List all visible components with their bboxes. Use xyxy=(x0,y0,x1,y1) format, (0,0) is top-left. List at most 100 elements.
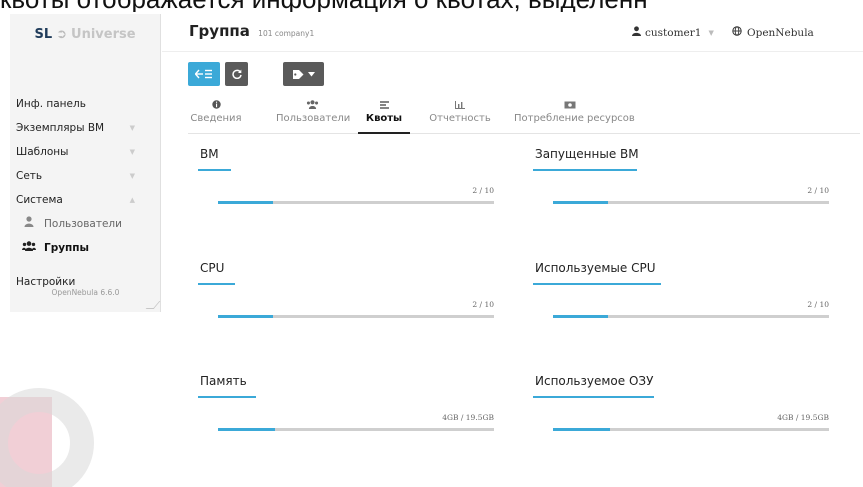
logo[interactable]: SL ➲ Universe xyxy=(10,14,160,54)
user-name: customer1 xyxy=(645,26,702,39)
users-icon xyxy=(276,100,348,113)
zone-menu[interactable]: OpenNebula xyxy=(732,26,814,39)
quota-running-memory: Используемое ОЗУ 4GB / 19.5GB xyxy=(533,374,829,434)
caption-text: квоты отображается информация о квотах, … xyxy=(0,0,863,12)
tab-bar: Сведения Пользователи Квоты Отчетность П… xyxy=(188,100,860,134)
user-menu[interactable]: customer1 ▼ xyxy=(632,26,714,39)
bar-chart-icon xyxy=(428,100,492,113)
tab-quotas[interactable]: Квоты xyxy=(358,100,410,134)
labels-dropdown-button[interactable] xyxy=(283,62,324,86)
sidebar-item-network[interactable]: Сеть ▼ xyxy=(10,164,161,188)
quota-title-underline xyxy=(533,283,661,285)
quota-memory: Память 4GB / 19.5GB xyxy=(198,374,494,434)
quota-progress-bar xyxy=(218,201,494,204)
tag-icon xyxy=(292,69,303,79)
resize-grip-icon[interactable] xyxy=(145,301,161,309)
quota-running-cpu: Используемые CPU 2 / 10 xyxy=(533,261,829,321)
chevron-down-icon: ▼ xyxy=(129,172,135,180)
zone-name: OpenNebula xyxy=(747,26,814,39)
sidebar-subitem-label: Группы xyxy=(44,242,90,254)
watermark-ring-shape xyxy=(0,388,94,487)
chevron-down-icon: ▼ xyxy=(129,124,135,132)
sidebar-item-label: Сеть xyxy=(16,170,43,182)
quota-title: Используемое ОЗУ xyxy=(535,374,654,388)
quota-title: Запущенные ВМ xyxy=(535,147,639,161)
caret-down-icon xyxy=(307,71,315,76)
tab-label: Потребление ресурсов xyxy=(514,113,635,124)
quota-progress-fill xyxy=(218,201,274,204)
version-label: OpenNebula 6.6.0 xyxy=(51,288,120,297)
tab-info[interactable]: Сведения xyxy=(188,100,244,134)
logo-sl: SL xyxy=(34,26,53,42)
page-title: Группа 101 company1 xyxy=(189,22,314,40)
quota-title-underline xyxy=(198,169,231,171)
tab-label: Квоты xyxy=(365,113,403,124)
quota-value: 2 / 10 xyxy=(472,300,494,309)
sidebar: SL ➲ Universe Инф. панель Экземпляры ВМ … xyxy=(10,14,161,312)
tab-accounting[interactable]: Отчетность xyxy=(428,100,492,134)
user-icon xyxy=(22,212,36,236)
tab-label: Пользователи xyxy=(276,113,351,124)
logo-swirl-icon: ➲ xyxy=(56,26,68,42)
sidebar-nav: Инф. панель Экземпляры ВМ ▼ Шаблоны ▼ Се… xyxy=(10,92,161,294)
chevron-up-icon: ▲ xyxy=(129,196,135,204)
quota-title-underline xyxy=(198,396,256,398)
quota-title: Память xyxy=(200,374,247,388)
quota-progress-bar xyxy=(218,428,494,431)
sidebar-item-templates[interactable]: Шаблоны ▼ xyxy=(10,140,161,164)
sidebar-item-vms[interactable]: Экземпляры ВМ ▼ xyxy=(10,116,161,140)
quota-title: Используемые CPU xyxy=(535,261,656,275)
tab-showback[interactable]: Потребление ресурсов xyxy=(514,100,635,134)
chevron-down-icon: ▼ xyxy=(708,28,714,37)
quota-progress-fill xyxy=(553,428,610,431)
sidebar-item-label: Инф. панель xyxy=(16,98,86,110)
sidebar-item-dashboard[interactable]: Инф. панель xyxy=(10,92,161,116)
money-icon xyxy=(514,100,626,113)
quota-value: 2 / 10 xyxy=(807,300,829,309)
quota-vms: ВМ 2 / 10 xyxy=(198,147,494,207)
quota-value: 2 / 10 xyxy=(472,186,494,195)
group-icon xyxy=(22,236,36,260)
quota-progress-fill xyxy=(218,428,275,431)
tab-users[interactable]: Пользователи xyxy=(276,100,351,134)
page-title-text: Группа xyxy=(189,22,250,40)
sidebar-subitem-groups[interactable]: Группы xyxy=(10,236,161,260)
tab-label: Сведения xyxy=(190,113,242,124)
quota-progress-fill xyxy=(553,315,609,318)
sidebar-item-label: Система xyxy=(16,194,63,206)
quota-title-underline xyxy=(533,169,637,171)
chevron-down-icon: ▼ xyxy=(129,148,135,156)
sidebar-item-label: Экземпляры ВМ xyxy=(16,122,105,134)
quota-running-vms: Запущенные ВМ 2 / 10 xyxy=(533,147,829,207)
sidebar-subitem-users[interactable]: Пользователи xyxy=(10,212,161,236)
quota-value: 4GB / 19.5GB xyxy=(442,413,494,422)
refresh-icon xyxy=(231,69,242,79)
user-icon xyxy=(632,26,641,39)
info-icon xyxy=(188,100,244,113)
back-to-list-button[interactable] xyxy=(188,62,220,86)
sidebar-item-label: Настройки xyxy=(16,276,76,288)
sidebar-item-label: Шаблоны xyxy=(16,146,69,158)
sidebar-item-system[interactable]: Система ▲ xyxy=(10,188,161,212)
back-list-icon xyxy=(195,69,212,79)
quota-progress-fill xyxy=(553,201,609,204)
quota-progress-bar xyxy=(553,201,829,204)
quota-value: 4GB / 19.5GB xyxy=(777,413,829,422)
quota-cpu: CPU 2 / 10 xyxy=(198,261,494,321)
refresh-button[interactable] xyxy=(225,62,248,86)
page-subtitle: 101 company1 xyxy=(258,29,315,38)
quota-progress-bar xyxy=(553,428,829,431)
align-left-icon xyxy=(358,100,410,113)
logo-name: Universe xyxy=(71,26,136,42)
quota-title-underline xyxy=(533,396,654,398)
quota-progress-fill xyxy=(218,315,274,318)
quota-progress-bar xyxy=(553,315,829,318)
quota-title: ВМ xyxy=(200,147,219,161)
quota-progress-bar xyxy=(218,315,494,318)
globe-icon xyxy=(732,26,742,39)
tab-label: Отчетность xyxy=(429,113,491,124)
quota-title-underline xyxy=(198,283,235,285)
header: Группа 101 company1 customer1 ▼ OpenNebu… xyxy=(162,14,863,52)
sidebar-subitem-label: Пользователи xyxy=(44,218,122,230)
quota-title: CPU xyxy=(200,261,225,275)
